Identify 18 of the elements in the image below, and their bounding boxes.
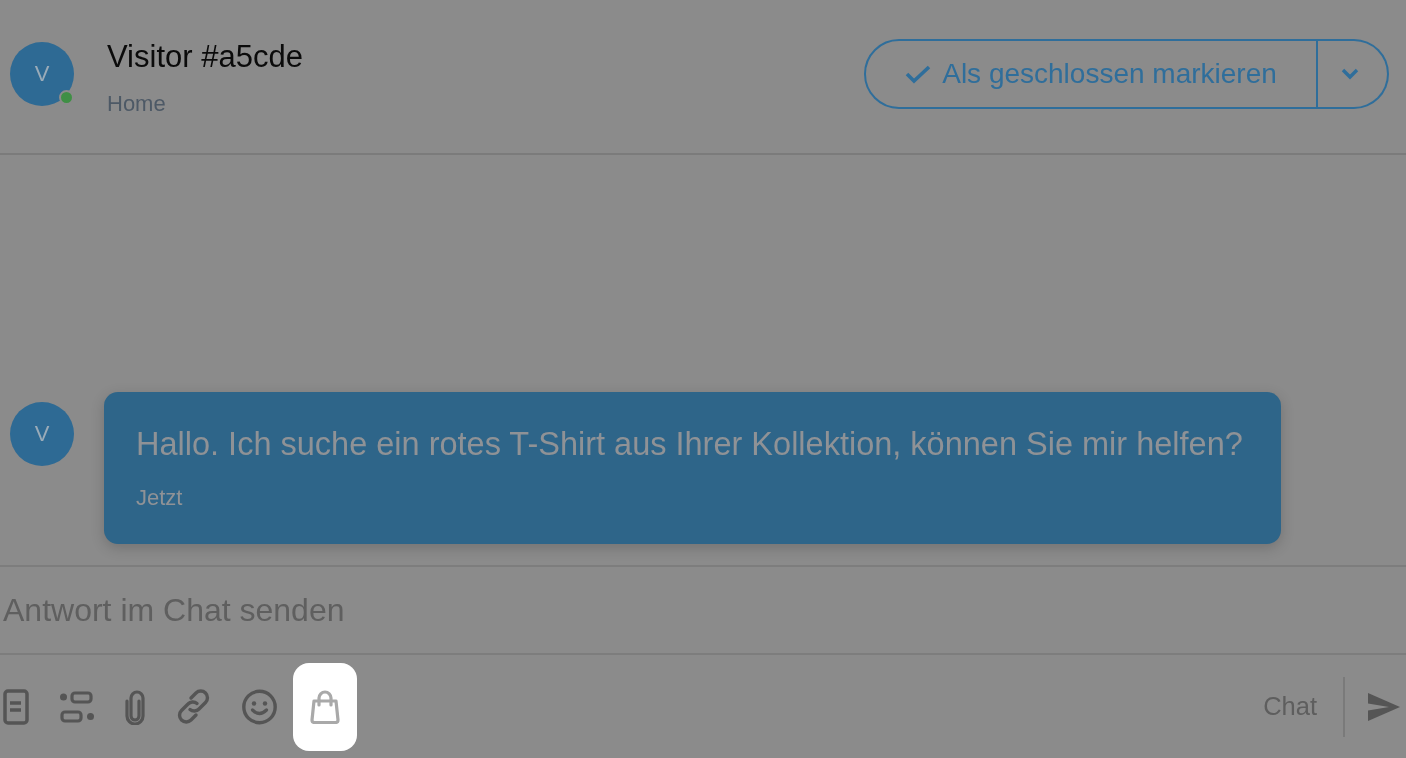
layout-icon [60,690,94,723]
paperclip-icon [125,688,145,725]
dropdown-button[interactable] [1318,39,1389,109]
visitor-avatar: V [10,402,74,466]
link-icon [176,689,211,724]
visitor-page: Home [107,91,167,117]
smiley-icon [242,688,277,725]
visitor-avatar: V [10,42,74,106]
message-time: Jetzt [136,485,184,511]
message-text: Hallo. Ich suche ein rotes T-Shirt aus Ihrer Kollektion, können Sie mir helfen? [136,425,1243,464]
product-button[interactable] [293,662,357,751]
check-icon [905,64,932,84]
mark-closed-button[interactable]: Als geschlossen markieren [864,39,1318,109]
send-icon [1368,692,1400,721]
chevron-down-icon [1340,68,1359,80]
document-icon [3,688,29,725]
shopping-bag-icon [309,689,341,724]
visitor-name: Visitor #a5cde [107,39,303,75]
